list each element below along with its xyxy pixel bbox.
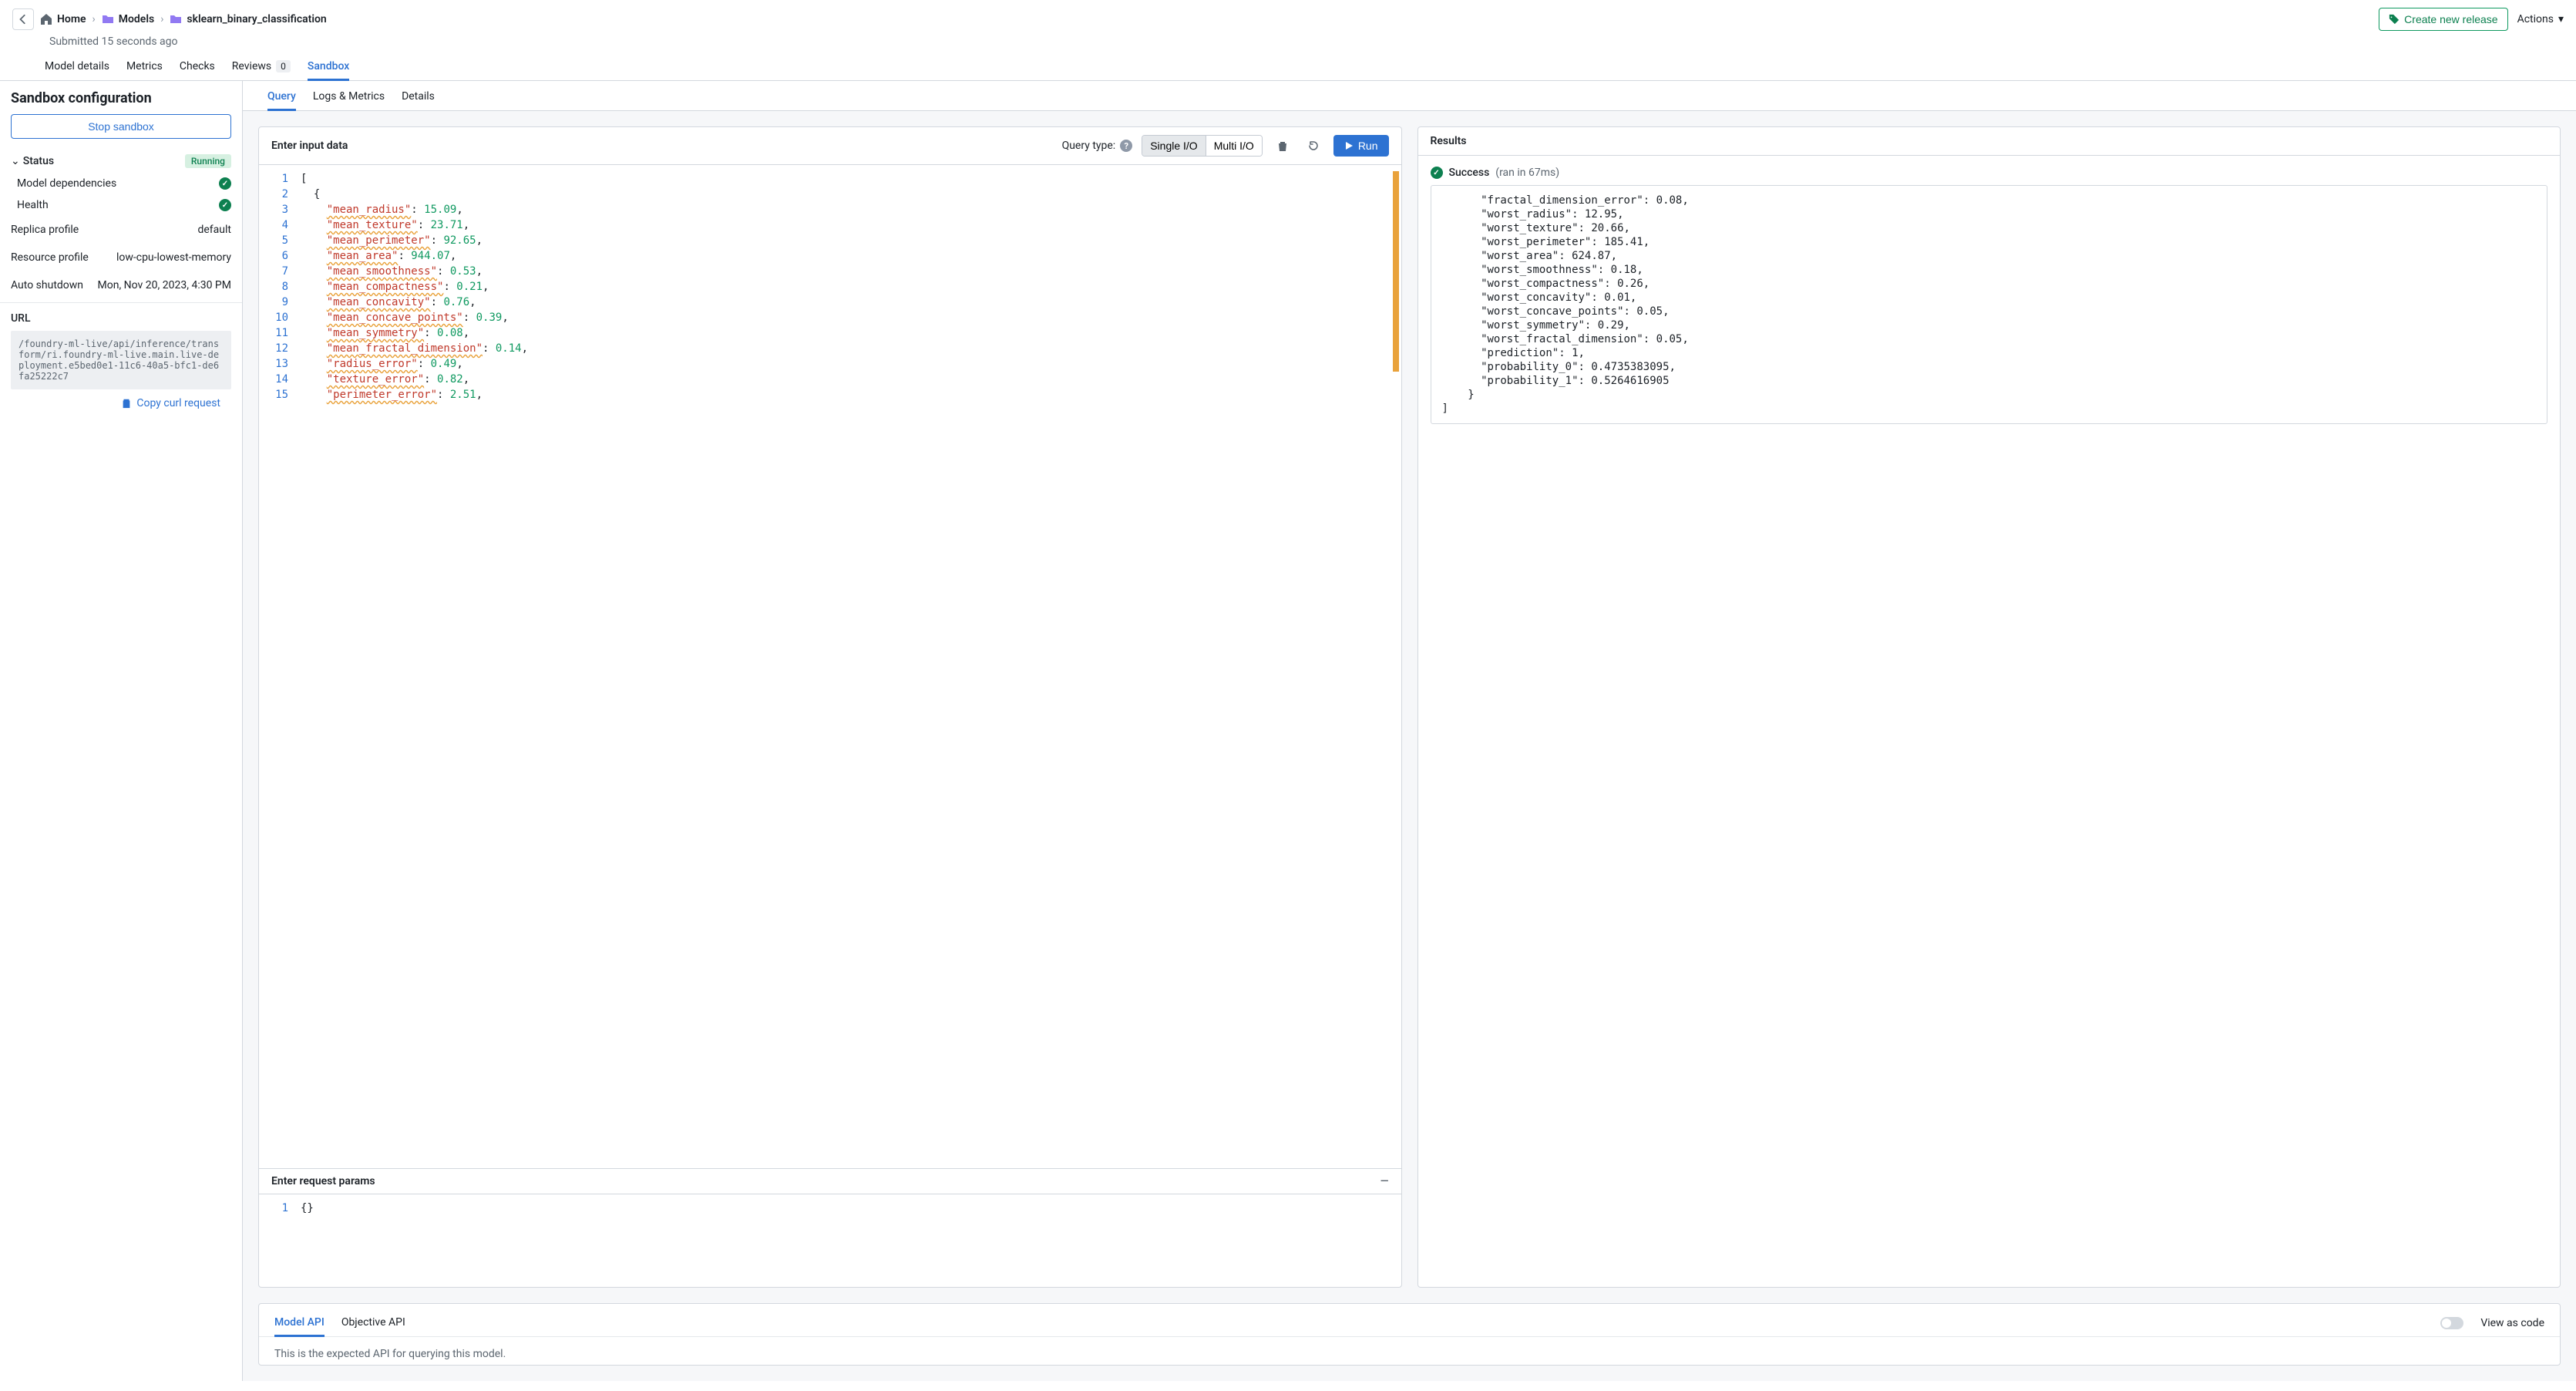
io-segmented-control: Single I/O Multi I/O: [1142, 135, 1263, 157]
tab-model-api[interactable]: Model API: [274, 1310, 325, 1337]
url-value: /foundry-ml-live/api/inference/transform…: [11, 331, 231, 389]
params-header: Enter request params —: [259, 1168, 1401, 1194]
crumb-current-label: sklearn_binary_classification: [187, 13, 326, 25]
tag-icon: [2389, 14, 2399, 25]
multi-io-button[interactable]: Multi I/O: [1206, 136, 1262, 156]
query-type-label: Query type:: [1062, 140, 1116, 152]
view-as-code-label: View as code: [2480, 1317, 2544, 1329]
chevron-right-icon: ›: [160, 13, 163, 25]
tab-objective-api[interactable]: Objective API: [341, 1310, 405, 1336]
input-editor[interactable]: 123456789101112131415 [ { "mean_radius":…: [259, 165, 1401, 1168]
submitted-text: Submitted 15 seconds ago: [0, 31, 2576, 56]
reviews-count-badge: 0: [276, 60, 291, 72]
url-label: URL: [11, 312, 231, 325]
chevron-down-icon: ⌄: [11, 155, 20, 167]
tab-query[interactable]: Query: [267, 90, 296, 111]
play-icon: [1344, 141, 1354, 150]
stop-sandbox-button[interactable]: Stop sandbox: [11, 114, 231, 139]
clear-button[interactable]: [1272, 135, 1293, 157]
results-panel: Results Success (ran in 67ms) "fractal_d…: [1417, 126, 2561, 1288]
arrow-left-icon: [18, 14, 29, 25]
crumb-current[interactable]: sklearn_binary_classification: [170, 13, 326, 25]
folder-icon: [170, 13, 182, 25]
help-icon[interactable]: ?: [1120, 140, 1132, 152]
check-icon: [1431, 167, 1443, 179]
create-release-button[interactable]: Create new release: [2379, 8, 2507, 31]
crumb-home[interactable]: Home: [40, 13, 86, 25]
tab-checks[interactable]: Checks: [180, 56, 215, 80]
api-panel: Model API Objective API View as code Thi…: [258, 1303, 2561, 1366]
status-model-deps: Model dependencies: [0, 173, 242, 194]
view-as-code-toggle[interactable]: [2440, 1317, 2463, 1329]
chevron-right-icon: ›: [92, 13, 96, 25]
status-label: Status: [23, 155, 54, 167]
trash-icon: [1276, 140, 1289, 152]
clipboard-icon: [121, 398, 132, 409]
tab-model-details[interactable]: Model details: [45, 56, 109, 80]
crumb-models-label: Models: [119, 13, 154, 25]
results-output: "fractal_dimension_error": 0.08, "worst_…: [1431, 185, 2548, 424]
tab-metrics[interactable]: Metrics: [126, 56, 163, 80]
breadcrumb: Home › Models › sklearn_binary_classific…: [12, 8, 327, 30]
results-title: Results: [1431, 135, 1467, 147]
reset-button[interactable]: [1303, 135, 1324, 157]
scroll-marker: [1393, 171, 1399, 372]
chevron-down-icon: ▾: [2558, 13, 2564, 25]
back-button[interactable]: [12, 8, 34, 30]
success-label: Success: [1449, 167, 1490, 179]
tab-details[interactable]: Details: [402, 90, 435, 110]
folder-icon: [102, 13, 114, 25]
single-io-button[interactable]: Single I/O: [1142, 136, 1205, 156]
run-time: (ran in 67ms): [1495, 167, 1559, 179]
actions-menu[interactable]: Actions ▾: [2517, 13, 2564, 25]
primary-tabs: Model details Metrics Checks Reviews 0 S…: [0, 56, 2576, 81]
check-icon: [219, 199, 231, 211]
api-description: This is the expected API for querying th…: [259, 1337, 2560, 1365]
home-icon: [40, 13, 52, 25]
status-health: Health: [0, 194, 242, 216]
sidebar: Sandbox configuration Stop sandbox ⌄ Sta…: [0, 81, 243, 1381]
inner-tabs: Query Logs & Metrics Details: [243, 81, 2576, 111]
copy-curl-button[interactable]: Copy curl request: [11, 389, 231, 409]
minus-icon[interactable]: —: [1380, 1175, 1389, 1187]
resource-profile-row: Resource profile low-cpu-lowest-memory: [0, 244, 242, 271]
status-badge: Running: [185, 154, 231, 168]
tab-reviews[interactable]: Reviews 0: [232, 56, 291, 80]
status-toggle[interactable]: ⌄ Status Running: [0, 150, 242, 173]
input-panel: Enter input data Query type: ? Single I/…: [258, 126, 1402, 1288]
auto-shutdown-row: Auto shutdown Mon, Nov 20, 2023, 4:30 PM: [0, 271, 242, 299]
input-panel-title: Enter input data: [271, 140, 348, 152]
params-editor[interactable]: 1 {}: [259, 1194, 1401, 1287]
tab-sandbox[interactable]: Sandbox: [308, 56, 349, 81]
tab-logs-metrics[interactable]: Logs & Metrics: [313, 90, 385, 110]
undo-icon: [1307, 140, 1320, 152]
crumb-home-label: Home: [57, 13, 86, 25]
sidebar-title: Sandbox configuration: [0, 81, 242, 114]
replica-profile-row: Replica profile default: [0, 216, 242, 244]
check-icon: [219, 177, 231, 190]
run-button[interactable]: Run: [1333, 135, 1389, 157]
crumb-models[interactable]: Models: [102, 13, 154, 25]
